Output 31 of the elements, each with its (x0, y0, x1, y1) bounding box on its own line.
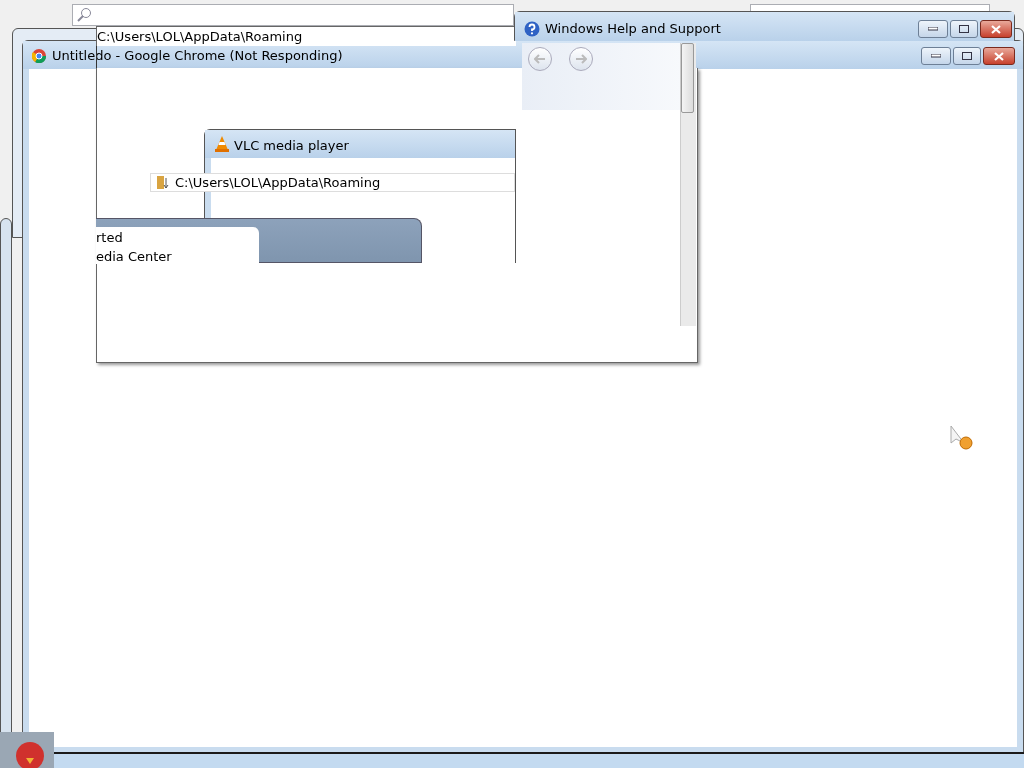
search-icon (76, 7, 92, 23)
maximize-button[interactable] (950, 20, 978, 38)
window-title: VLC media player (234, 138, 349, 153)
close-icon (991, 24, 1001, 34)
folder-icon (156, 175, 170, 190)
menu-item[interactable]: edia Center (96, 249, 172, 264)
close-button[interactable] (980, 20, 1012, 38)
address-bar[interactable] (150, 173, 515, 192)
browser-icon (32, 49, 46, 63)
minimize-button[interactable] (918, 20, 948, 38)
close-button[interactable] (983, 47, 1015, 65)
minimize-button[interactable] (921, 47, 951, 65)
traffic-cone-icon (215, 136, 229, 152)
maximize-button[interactable] (953, 47, 981, 65)
scrollbar-thumb[interactable] (681, 43, 694, 113)
forward-icon (575, 53, 587, 64)
cursor-icon (950, 425, 976, 453)
back-icon (534, 53, 546, 64)
maximize-icon (962, 52, 972, 60)
dropdown-field[interactable] (750, 4, 990, 11)
app-icon[interactable] (0, 732, 54, 768)
minimize-icon (928, 27, 938, 31)
address-text: C:\Users\LOL\AppData\Roaming (175, 175, 381, 190)
path-text: C:\Users\LOL\AppData\Roaming (97, 29, 303, 44)
help-icon (524, 21, 540, 37)
menu-item[interactable]: rted (96, 230, 123, 245)
search-field[interactable] (72, 4, 514, 26)
window-title: Windows Help and Support (545, 21, 721, 36)
minimize-icon (931, 54, 941, 58)
close-icon (994, 51, 1004, 61)
maximize-icon (959, 25, 969, 33)
